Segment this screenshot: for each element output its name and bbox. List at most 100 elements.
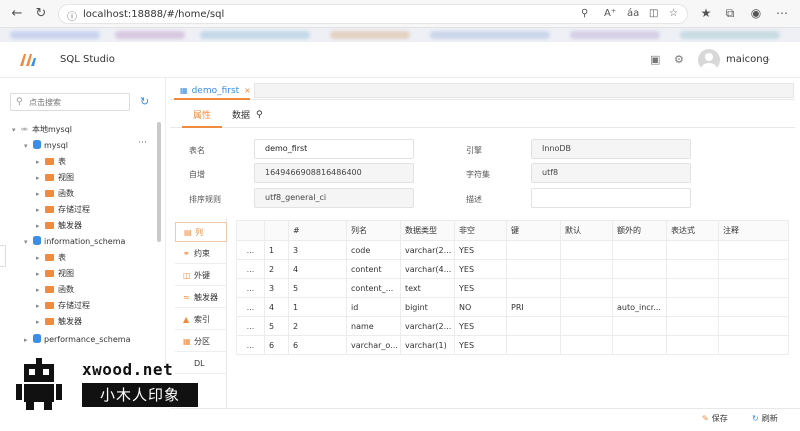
table-cell[interactable] [666,259,719,279]
table-name-field[interactable]: demo_first [254,139,414,159]
table-cell[interactable]: content [346,259,401,279]
address-bar[interactable]: ⓘ localhost:18888/#/home/sql ⚲ A⁺ áa ◫ ☆ [58,4,688,24]
column-header[interactable]: 键 [506,220,561,241]
table-cell[interactable]: 4 [264,297,289,317]
table-cell[interactable] [718,240,789,260]
chevron-right-icon[interactable]: ▸ [36,266,45,282]
charset-field[interactable]: utf8 [531,163,691,183]
translate-icon[interactable]: áa [627,8,639,19]
table-cell[interactable] [666,240,719,260]
side-tab-foreign-keys[interactable]: ◫ 外键 [175,266,227,286]
engine-field[interactable]: InnoDB [531,139,691,159]
username[interactable]: maicong [726,54,769,65]
chevron-down-icon[interactable]: ▾ [12,122,21,138]
chevron-right-icon[interactable]: ▸ [36,298,45,314]
table-cell[interactable]: varchar(2... [400,316,455,336]
table-cell[interactable] [506,240,561,260]
table-cell[interactable]: 1 [264,240,289,260]
table-cell[interactable] [560,335,613,355]
table-cell[interactable]: 6 [264,335,289,355]
side-tab-constraints[interactable]: ⚭ 约束 [175,244,227,264]
table-cell[interactable]: varchar(1) [400,335,455,355]
table-cell[interactable]: YES [454,335,507,355]
table-cell[interactable]: 4 [288,259,347,279]
info-icon[interactable]: ⓘ [67,8,77,23]
table-cell[interactable]: 5 [288,278,347,298]
table-cell[interactable] [560,297,613,317]
chevron-right-icon[interactable]: ▸ [24,332,33,348]
row-menu-icon[interactable]: ... [236,335,265,355]
table-cell[interactable] [560,278,613,298]
chevron-right-icon[interactable]: ▸ [36,250,45,266]
search-input[interactable] [29,95,127,109]
search-page-icon[interactable]: ⚲ [581,8,588,19]
split-screen-icon[interactable]: ◫ [649,8,658,19]
table-row[interactable]: ... 4 1 id bigint NO PRI auto_incr... [236,297,789,317]
table-cell[interactable]: 3 [288,240,347,260]
reload-icon[interactable]: ↻ [32,5,50,23]
table-cell[interactable] [666,335,719,355]
table-cell[interactable] [666,278,719,298]
side-tab-triggers[interactable]: ≈ 触发器 [175,288,227,308]
more-options-icon[interactable]: ⋯ [138,138,147,148]
table-cell[interactable]: 2 [288,316,347,336]
table-cell[interactable] [666,316,719,336]
description-field[interactable] [531,188,691,208]
collapse-handle[interactable] [0,245,6,267]
chevron-right-icon[interactable]: ▸ [36,314,45,330]
tree-node-database[interactable]: ▾ mysql [24,138,68,154]
tree-node-folder[interactable]: ▸ 触发器 [36,314,82,330]
row-menu-icon[interactable]: ... [236,278,265,298]
table-cell[interactable]: 6 [288,335,347,355]
table-cell[interactable]: text [400,278,455,298]
table-cell[interactable]: varchar(4... [400,259,455,279]
table-cell[interactable]: 3 [264,278,289,298]
favorite-star-icon[interactable]: ☆ [669,8,678,19]
side-tab-indexes[interactable]: ▲ 索引 [175,310,227,330]
table-cell[interactable]: content_... [346,278,401,298]
extension-icon[interactable]: ◉ [748,6,764,20]
translate-toggle-icon[interactable]: ▣ [650,53,660,66]
table-cell[interactable] [506,278,561,298]
chevron-right-icon[interactable]: ▸ [36,218,45,234]
tree-node-folder[interactable]: ▸ 函数 [36,186,74,202]
row-menu-icon[interactable]: ... [236,259,265,279]
chevron-down-icon[interactable]: ⌄ [764,54,772,64]
table-cell[interactable]: YES [454,240,507,260]
row-menu-icon[interactable]: ... [236,297,265,317]
table-cell[interactable]: YES [454,278,507,298]
column-header[interactable]: 表达式 [666,220,719,241]
column-header[interactable]: 额外的 [612,220,667,241]
chevron-right-icon[interactable]: ▸ [36,154,45,170]
table-cell[interactable]: id [346,297,401,317]
column-header[interactable]: 默认 [560,220,613,241]
table-cell[interactable] [506,335,561,355]
table-row[interactable]: ... 5 2 name varchar(2... YES [236,316,789,336]
side-tab-partitions[interactable]: ▦ 分区 [175,332,227,352]
refresh-button[interactable]: ↻ 刷新 [752,413,778,424]
tab-data[interactable]: 数据 [232,106,250,128]
column-header[interactable]: 数据类型 [400,220,455,241]
tree-node-folder[interactable]: ▸ 函数 [36,282,74,298]
table-cell[interactable]: YES [454,259,507,279]
table-cell[interactable] [718,316,789,336]
chevron-right-icon[interactable]: ▸ [36,202,45,218]
tree-node-database[interactable]: ▸ performance_schema [24,332,131,348]
refresh-icon[interactable]: ↻ [140,95,149,108]
table-cell[interactable] [506,316,561,336]
table-row[interactable]: ... 1 3 code varchar(2... YES [236,240,789,260]
table-cell[interactable] [612,240,667,260]
table-row[interactable]: ... 3 5 content_... text YES [236,278,789,298]
table-cell[interactable] [560,259,613,279]
save-button[interactable]: ✎ 保存 [702,413,728,424]
back-arrow-icon[interactable]: ← [8,5,26,23]
table-cell[interactable] [666,297,719,317]
table-cell[interactable] [612,316,667,336]
table-row[interactable]: ... 2 4 content varchar(4... YES [236,259,789,279]
tree-node-folder[interactable]: ▸ 视图 [36,266,74,282]
auto-inc-field[interactable]: 1649466908816486400 [254,163,414,183]
collation-field[interactable]: utf8_general_ci [254,188,414,208]
table-cell[interactable]: code [346,240,401,260]
table-cell[interactable]: YES [454,316,507,336]
read-aloud-icon[interactable]: A⁺ [604,8,616,19]
